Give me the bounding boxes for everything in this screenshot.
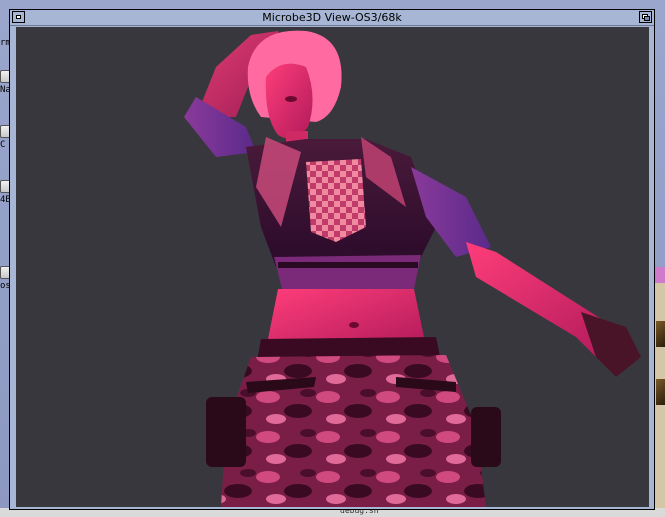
microbe3d-window[interactable]: Microbe3D View-OS3/68k	[9, 9, 655, 510]
thumbnail-image[interactable]	[656, 379, 665, 405]
background-window-edge	[655, 267, 665, 283]
window-title: Microbe3D View-OS3/68k	[262, 11, 402, 24]
rendered-3d-model	[184, 30, 641, 507]
3d-viewport[interactable]	[16, 27, 649, 507]
thumbnail-image[interactable]	[656, 321, 665, 347]
depth-arrange-icon[interactable]	[639, 11, 652, 23]
window-titlebar[interactable]: Microbe3D View-OS3/68k	[10, 10, 654, 26]
background-window-thumbnails	[655, 283, 665, 517]
